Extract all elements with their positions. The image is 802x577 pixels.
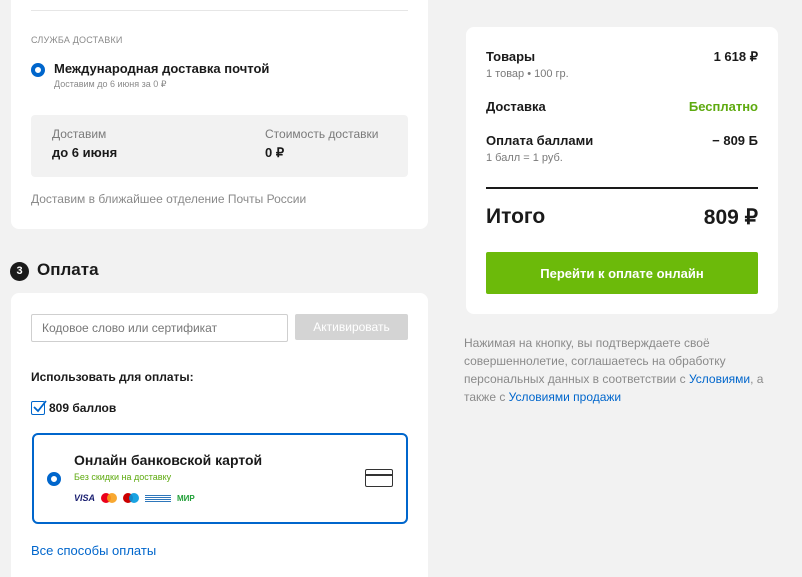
delivery-info-box: Доставим до 6 июня Стоимость доставки 0 … [31,115,408,177]
card-payment-title: Онлайн банковской картой [74,452,263,468]
goods-value: 1 618 ₽ [713,49,758,64]
activate-button[interactable]: Активировать [295,314,408,340]
visa-logo-icon: VISA [74,493,96,503]
sales-terms-link[interactable]: Условиями продажи [509,390,621,404]
points-payment-value: − 809 Б [712,133,758,148]
card-payment-subtitle: Без скидки на доставку [74,472,172,482]
goods-label: Товары [486,49,536,64]
delivery-note: Доставим в ближайшее отделение Почты Рос… [31,192,307,206]
legal-text-1: Нажимая на кнопку, вы подтверждаете своё… [464,336,726,386]
points-payment-label: Оплата баллами [486,133,594,148]
card-payment-option[interactable]: Онлайн банковской картой Без скидки на д… [32,433,408,524]
order-summary-card: Товары 1 618 ₽ 1 товар • 100 гр. Доставк… [466,27,778,314]
payment-logos: VISA МИР [74,493,195,503]
payment-section-title: Оплата [37,260,99,279]
step-number-badge: 3 [10,262,29,281]
goods-subtitle: 1 товар • 100 гр. [486,68,569,80]
legal-notice: Нажимая на кнопку, вы подтверждаете своё… [464,334,784,406]
points-label[interactable]: 809 баллов [49,401,116,415]
use-for-payment-label: Использовать для оплаты: [31,370,194,384]
delivery-option-subtitle: Доставим до 6 июня за 0 ₽ [54,79,167,89]
delivery-when-label: Доставим [52,127,107,141]
delivery-cost-label: Стоимость доставки [265,127,379,141]
points-rate-subtitle: 1 балл = 1 руб. [486,152,563,164]
points-checkbox[interactable] [31,400,47,415]
delivery-summary-value: Бесплатно [688,99,758,114]
payment-card: Активировать Использовать для оплаты: 80… [11,293,428,577]
delivery-option-title[interactable]: Международная доставка почтой [54,61,269,76]
mastercard-logo-icon [101,493,118,503]
delivery-when-value: до 6 июня [52,145,118,160]
card-payment-radio[interactable] [47,472,61,486]
delivery-summary-label: Доставка [486,99,546,114]
pay-online-button[interactable]: Перейти к оплате онлайн [486,252,758,294]
delivery-card: Служба доставки Международная доставка п… [11,0,428,229]
maestro-logo-icon [123,493,140,503]
total-label: Итого [486,205,546,228]
checkmark-icon [33,400,47,413]
delivery-service-label: Служба доставки [31,35,123,45]
promo-code-input[interactable] [31,314,288,342]
summary-divider [486,187,758,189]
divider [31,10,408,11]
mir-logo-icon: МИР [177,493,195,503]
terms-link[interactable]: Условиями [689,372,750,386]
all-payment-methods-link[interactable]: Все способы оплаты [31,543,156,558]
delivery-option-radio[interactable] [31,63,45,77]
amex-logo-icon [145,494,172,502]
credit-card-icon [365,469,393,487]
total-value: 809 ₽ [703,206,758,229]
delivery-cost-value: 0 ₽ [265,145,285,160]
